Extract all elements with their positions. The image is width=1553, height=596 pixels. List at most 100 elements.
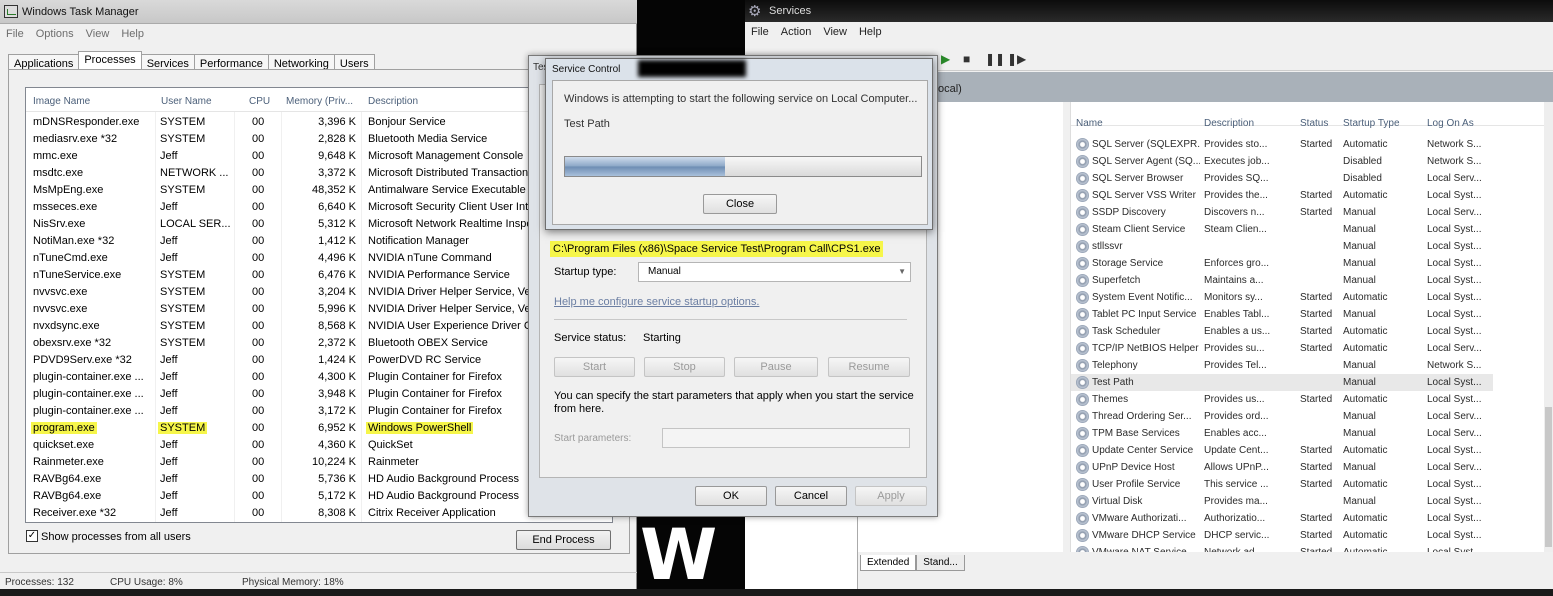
stop-button[interactable]: Stop: [644, 357, 725, 377]
stop-service-icon[interactable]: ■: [963, 52, 970, 66]
end-process-button[interactable]: End Process: [516, 530, 611, 550]
table-row[interactable]: Tablet PC Input Service Enables Tabl... St…: [1071, 306, 1553, 323]
table-row[interactable]: Receiver.exe *32 Jeff 00 8,308 K Citrix Rece…: [26, 505, 612, 522]
table-row[interactable]: Telephony Provides Tel... Manual Network S.…: [1071, 357, 1553, 374]
services-scrollbar[interactable]: [1544, 102, 1553, 552]
process-image-name: program.exe: [31, 422, 151, 434]
table-row[interactable]: SSDP Discovery Discovers n... Started Manua…: [1071, 204, 1553, 221]
menu-help[interactable]: Help: [115, 25, 150, 43]
pause-service-icon[interactable]: ❚❚: [985, 52, 1005, 66]
table-row[interactable]: TCP/IP NetBIOS Helper Provides su... Start…: [1071, 340, 1553, 357]
pause-button[interactable]: Pause: [734, 357, 818, 377]
table-row[interactable]: plugin-container.exe ... Jeff 00 3,172 K Plu…: [26, 403, 612, 420]
table-row[interactable]: Themes Provides us... Started Automatic Loca…: [1071, 391, 1553, 408]
menu-help[interactable]: Help: [853, 23, 888, 41]
ok-button[interactable]: OK: [695, 486, 767, 506]
table-row[interactable]: stllssvr Manual Local Syst...: [1071, 238, 1553, 255]
table-row[interactable]: mDNSResponder.exe SYSTEM 00 3,396 K Bonjour …: [26, 114, 612, 131]
start-button[interactable]: Start: [554, 357, 635, 377]
table-row[interactable]: program.exe SYSTEM 00 6,952 K Windows PowerS…: [26, 420, 612, 437]
table-row[interactable]: SQL Server (SQLEXPR... Provides sto... Sta…: [1071, 136, 1553, 153]
menu-file[interactable]: File: [0, 25, 30, 43]
service-gear-icon: [1076, 444, 1089, 457]
table-row[interactable]: msseces.exe Jeff 00 6,640 K Microsoft Securi…: [26, 199, 612, 216]
table-row[interactable]: obexsrv.exe *32 SYSTEM 00 2,372 K Bluetooth …: [26, 335, 612, 352]
process-list[interactable]: Image Name User Name CPU Memory (Priv...…: [25, 87, 613, 523]
table-row[interactable]: quickset.exe Jeff 00 4,360 K QuickSet: [26, 437, 612, 454]
table-row[interactable]: TPM Base Services Enables acc... Manual Loc…: [1071, 425, 1553, 442]
column-name[interactable]: Name: [1076, 118, 1103, 129]
menu-view[interactable]: View: [817, 23, 853, 41]
table-row[interactable]: SQL Server VSS Writer Provides the... Star…: [1071, 187, 1553, 204]
table-row[interactable]: plugin-container.exe ... Jeff 00 4,300 K Plu…: [26, 369, 612, 386]
table-row[interactable]: nTuneCmd.exe Jeff 00 4,496 K NVIDIA nTune Co…: [26, 250, 612, 267]
scrollbar-thumb[interactable]: [1545, 407, 1552, 547]
start-service-icon[interactable]: ▶: [941, 52, 950, 66]
table-row[interactable]: Test Path Manual Local Syst...: [1071, 374, 1493, 391]
table-row[interactable]: System Event Notific... Monitors sy... Sta…: [1071, 289, 1553, 306]
tab-standard[interactable]: Stand...: [916, 555, 965, 571]
status-cpu: CPU Usage: 8%: [110, 577, 183, 588]
service-gear-icon: [1076, 223, 1089, 236]
restart-service-icon[interactable]: ❚▶: [1007, 52, 1026, 66]
table-row[interactable]: Thread Ordering Ser... Provides ord... Man…: [1071, 408, 1553, 425]
column-image-name[interactable]: Image Name: [33, 96, 90, 107]
column-status[interactable]: Status: [1300, 118, 1328, 129]
table-row[interactable]: Steam Client Service Steam Clien... Manual…: [1071, 221, 1553, 238]
services-list[interactable]: Name Description Status Startup Type Log…: [1070, 102, 1553, 552]
table-row[interactable]: VMware DHCP Service DHCP servic... Started…: [1071, 527, 1553, 544]
table-row[interactable]: PDVD9Serv.exe *32 Jeff 00 1,424 K PowerDVD R…: [26, 352, 612, 369]
table-row[interactable]: mediasrv.exe *32 SYSTEM 00 2,828 K Bluetooth…: [26, 131, 612, 148]
table-row[interactable]: plugin-container.exe ... Jeff 00 3,948 K Plu…: [26, 386, 612, 403]
show-all-users-checkbox[interactable]: ✓: [26, 530, 38, 542]
highlight-mark: SYSTEM: [158, 422, 208, 434]
table-row[interactable]: VMware Authorizati... Authorizatio... Star…: [1071, 510, 1553, 527]
table-row[interactable]: Update Center Service Update Cent... Start…: [1071, 442, 1553, 459]
cancel-button[interactable]: Cancel: [775, 486, 847, 506]
services-titlebar[interactable]: ⚙ Services: [745, 0, 1553, 22]
table-row[interactable]: Storage Service Enforces gro... Manual Loca…: [1071, 255, 1553, 272]
column-user-name[interactable]: User Name: [161, 96, 212, 107]
startup-type-select[interactable]: Manual ▼: [638, 262, 911, 282]
table-row[interactable]: Rainmeter.exe Jeff 00 10,224 K Rainmeter: [26, 454, 612, 471]
help-configure-link[interactable]: Help me configure service startup option…: [554, 296, 759, 308]
table-row[interactable]: User Profile Service This service ... Star…: [1071, 476, 1553, 493]
column-cpu[interactable]: CPU: [249, 96, 270, 107]
table-row[interactable]: Task Scheduler Enables a us... Started Auto…: [1071, 323, 1553, 340]
process-image-name: plugin-container.exe ...: [33, 371, 144, 383]
close-button[interactable]: Close: [703, 194, 777, 214]
table-row[interactable]: nTuneService.exe SYSTEM 00 6,476 K NVIDIA Pe…: [26, 267, 612, 284]
table-row[interactable]: Superfetch Maintains a... Manual Local Syst…: [1071, 272, 1553, 289]
table-row[interactable]: RAVBg64.exe Jeff 00 5,172 K HD Audio Backgro…: [26, 488, 612, 505]
table-row[interactable]: MsMpEng.exe SYSTEM 00 48,352 K Antimalware S…: [26, 182, 612, 199]
table-row[interactable]: VMware NAT Service Network ad... StartedAu…: [1071, 544, 1553, 552]
table-row[interactable]: SQL Server Agent (SQ... Executes job... Di…: [1071, 153, 1553, 170]
table-row[interactable]: UPnP Device Host Allows UPnP... Started Man…: [1071, 459, 1553, 476]
table-row[interactable]: Virtual Disk Provides ma... Manual Local Sy…: [1071, 493, 1553, 510]
table-row[interactable]: msdtc.exe NETWORK ... 00 3,372 K Microsoft D…: [26, 165, 612, 182]
table-row[interactable]: NotiMan.exe *32 Jeff 00 1,412 K Notification…: [26, 233, 612, 250]
service-gear-icon: [1076, 325, 1089, 338]
table-row[interactable]: RAVBg64.exe Jeff 00 5,736 K HD Audio Backgro…: [26, 471, 612, 488]
menu-action[interactable]: Action: [775, 23, 818, 41]
tab-extended[interactable]: Extended: [860, 555, 917, 571]
task-manager-titlebar[interactable]: Windows Task Manager: [0, 0, 637, 24]
column-startup-type[interactable]: Startup Type: [1343, 118, 1400, 129]
table-row[interactable]: nvvsvc.exe SYSTEM 00 3,204 K NVIDIA Driver H…: [26, 284, 612, 301]
resume-button[interactable]: Resume: [828, 357, 910, 377]
apply-button[interactable]: Apply: [855, 486, 927, 506]
column-log-on-as[interactable]: Log On As: [1427, 118, 1474, 129]
table-row[interactable]: NisSrv.exe LOCAL SER... 00 5,312 K Microsoft…: [26, 216, 612, 233]
menu-view[interactable]: View: [80, 25, 116, 43]
column-description[interactable]: Description: [368, 96, 418, 107]
column-description[interactable]: Description: [1204, 118, 1254, 129]
menu-file[interactable]: File: [745, 23, 775, 41]
column-memory[interactable]: Memory (Priv...: [286, 96, 353, 107]
table-row[interactable]: mmc.exe Jeff 00 9,648 K Microsoft Management…: [26, 148, 612, 165]
menu-options[interactable]: Options: [30, 25, 80, 43]
service-status-value: Starting: [643, 332, 681, 344]
table-row[interactable]: nvxdsync.exe SYSTEM 00 8,568 K NVIDIA User E…: [26, 318, 612, 335]
table-row[interactable]: nvvsvc.exe SYSTEM 00 5,996 K NVIDIA Driver H…: [26, 301, 612, 318]
table-row[interactable]: SQL Server Browser Provides SQ... Disabled…: [1071, 170, 1553, 187]
start-parameters-input[interactable]: [662, 428, 910, 448]
